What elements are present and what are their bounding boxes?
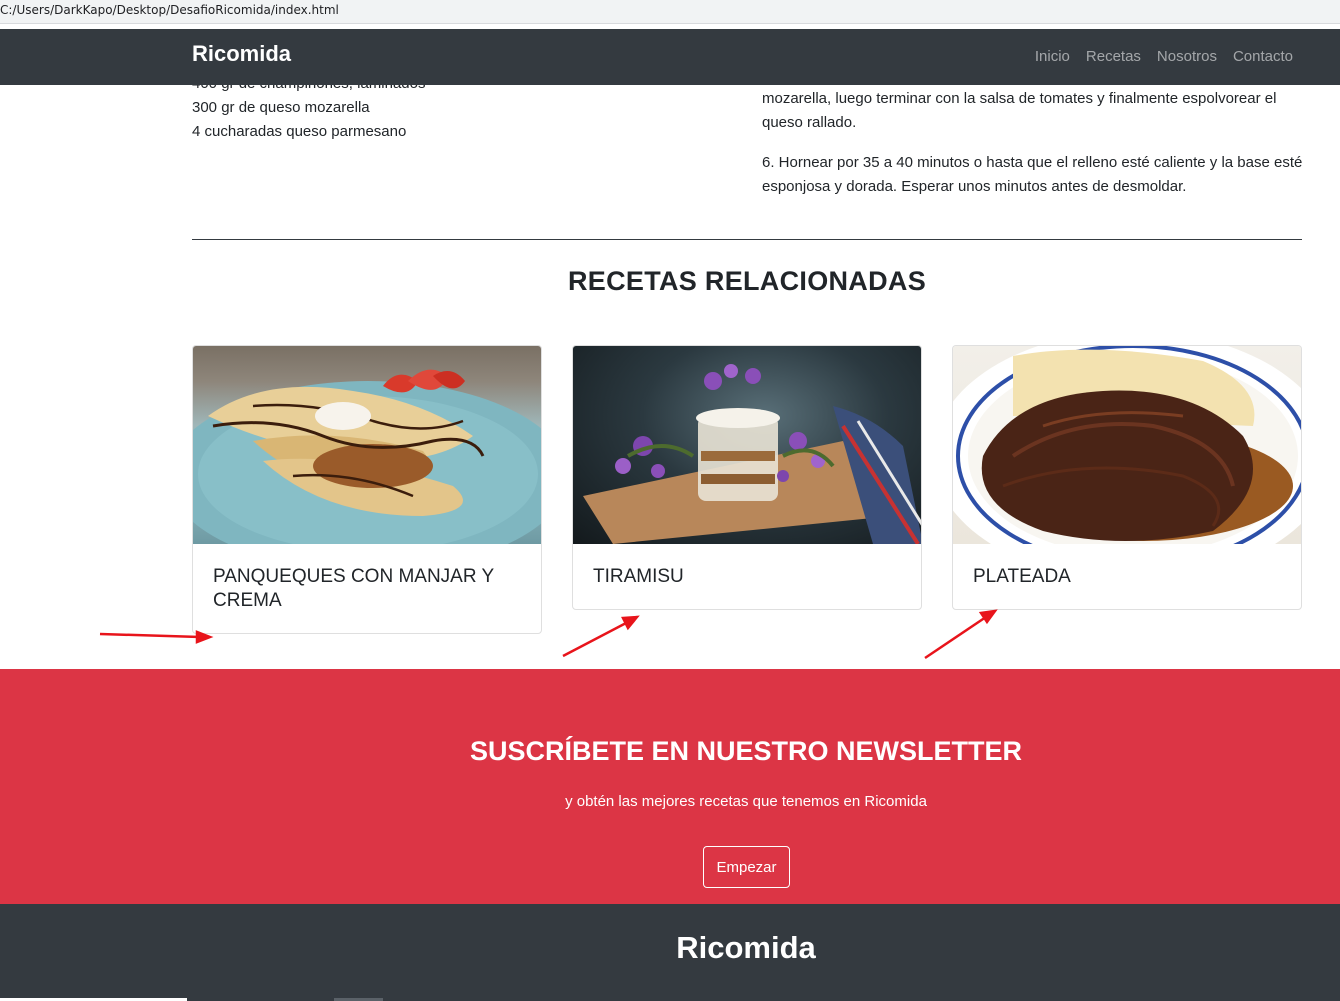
nav-link-inicio[interactable]: Inicio bbox=[1035, 48, 1070, 65]
related-recipes-title: RECETAS RELACIONADAS bbox=[567, 266, 926, 296]
ingredient-item: 4 cucharadas queso parmesano bbox=[192, 123, 407, 140]
plateada-photo bbox=[953, 346, 1301, 544]
nav-links: Inicio Recetas Nosotros Contacto bbox=[1035, 48, 1293, 65]
recipe-card-title: PLATEADA bbox=[973, 566, 1071, 587]
preparation-steps: mozarella, luego terminar con la salsa d… bbox=[762, 87, 1307, 215]
newsletter-subtitle: y obtén las mejores recetas que tenemos … bbox=[565, 793, 927, 810]
section-divider bbox=[192, 239, 1302, 240]
recipe-card-title: TIRAMISU bbox=[593, 566, 684, 587]
recipe-card-plateada[interactable]: PLATEADA bbox=[952, 345, 1302, 610]
footer: Ricomida bbox=[0, 904, 1340, 1001]
recipe-card-title: PANQUEQUES CON MANJAR Y CREMA bbox=[213, 566, 494, 611]
navbar-brand[interactable]: Ricomida bbox=[192, 41, 291, 67]
newsletter-title: SUSCRÍBETE EN NUESTRO NEWSLETTER bbox=[469, 736, 1023, 766]
step-text: 6. Hornear por 35 a 40 minutos o hasta q… bbox=[762, 154, 1303, 195]
empezar-button[interactable]: Empezar bbox=[703, 846, 790, 888]
step-text: mozarella, luego terminar con la salsa d… bbox=[762, 90, 1277, 131]
nav-link-nosotros[interactable]: Nosotros bbox=[1157, 48, 1217, 65]
recipe-card-tiramisu[interactable]: TIRAMISU bbox=[572, 345, 922, 610]
browser-address-bar[interactable]: C:/Users/DarkKapo/Desktop/DesafioRicomid… bbox=[0, 0, 1340, 24]
nav-link-recetas[interactable]: Recetas bbox=[1086, 48, 1141, 65]
pancakes-photo bbox=[193, 346, 541, 544]
recipe-card-panqueques[interactable]: PANQUEQUES CON MANJAR Y CREMA bbox=[192, 345, 542, 634]
navbar: Ricomida Inicio Recetas Nosotros Contact… bbox=[0, 29, 1340, 85]
newsletter-section: SUSCRÍBETE EN NUESTRO NEWSLETTER y obtén… bbox=[0, 669, 1340, 904]
footer-brand: Ricomida bbox=[676, 930, 816, 965]
nav-link-contacto[interactable]: Contacto bbox=[1233, 48, 1293, 65]
tiramisu-photo bbox=[573, 346, 921, 544]
ingredient-item: 300 gr de queso mozarella bbox=[192, 99, 370, 116]
